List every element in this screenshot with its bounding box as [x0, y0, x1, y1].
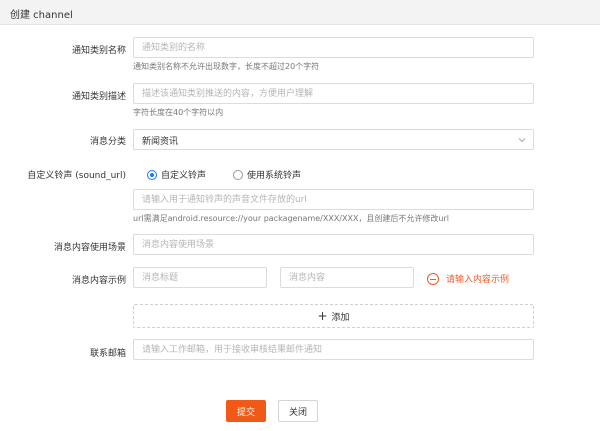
email-field[interactable] [133, 339, 534, 360]
sound-url-input[interactable] [134, 190, 533, 209]
category-name-input[interactable] [134, 38, 533, 57]
email-input[interactable] [134, 340, 533, 359]
category-name-label: 通知类别名称 [71, 46, 126, 56]
radio-unchecked-icon [233, 169, 243, 180]
category-desc-hint: 字符长度在40个字符以内 [133, 108, 224, 117]
minus-circle-icon [427, 272, 439, 285]
email-label: 联系邮箱 [89, 349, 126, 359]
add-example-button[interactable]: + 添加 [133, 304, 534, 328]
sound-url-field[interactable] [133, 189, 534, 210]
page-title: 创建 channel [10, 10, 73, 21]
example-title-field[interactable] [133, 267, 267, 288]
sound-url-hint: url需满足android.resource://your packagenam… [133, 214, 450, 223]
message-category-label: 消息分类 [89, 137, 126, 147]
radio-custom-sound-label: 自定义铃声 [161, 171, 207, 181]
chevron-down-icon [518, 138, 526, 143]
radio-custom-sound[interactable]: 自定义铃声 [147, 168, 206, 181]
message-category-value: 新闻资讯 [142, 137, 179, 147]
add-example-label: 添加 [331, 312, 350, 323]
usage-scene-label: 消息内容使用场景 [53, 243, 126, 253]
example-content-input[interactable] [281, 268, 413, 287]
sound-label: 自定义铃声 (sound_url) [27, 171, 126, 181]
usage-scene-input[interactable] [134, 235, 533, 254]
close-button[interactable]: 关闭 [278, 400, 318, 422]
message-category-select[interactable]: 新闻资讯 [133, 129, 534, 150]
usage-scene-field[interactable] [133, 234, 534, 255]
category-desc-input[interactable] [134, 84, 533, 103]
radio-system-sound-label: 使用系统铃声 [247, 171, 302, 181]
category-desc-label: 通知类别描述 [71, 92, 126, 102]
remove-example-button[interactable]: 请输入内容示例 [427, 272, 509, 285]
plus-icon: + [317, 309, 328, 323]
radio-system-sound[interactable]: 使用系统铃声 [233, 168, 301, 181]
remove-example-label: 请输入内容示例 [446, 275, 510, 285]
category-desc-field[interactable] [133, 83, 534, 104]
example-content-field[interactable] [280, 267, 414, 288]
category-name-field[interactable] [133, 37, 534, 58]
page-header: 创建 channel [0, 0, 600, 25]
category-name-hint: 通知类别名称不允许出现数字，长度不超过20个字符 [133, 62, 320, 71]
radio-checked-icon [147, 169, 157, 180]
submit-button[interactable]: 提交 [226, 400, 266, 422]
content-example-label: 消息内容示例 [71, 276, 126, 286]
example-title-input[interactable] [134, 268, 266, 287]
